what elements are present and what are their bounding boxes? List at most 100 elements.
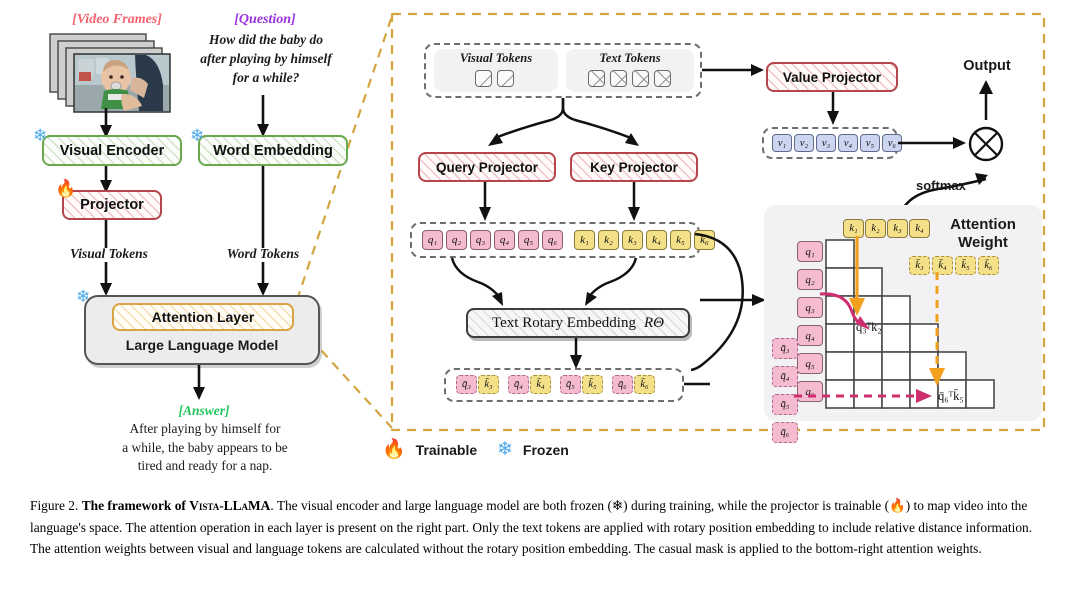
key-projector-box[interactable]: Key Projector: [570, 152, 698, 182]
answer-text: After playing by himself for a while, th…: [74, 420, 336, 476]
k-token-chip: k₂: [598, 230, 619, 250]
q-token-chip: q₄: [494, 230, 515, 250]
k-token-chip: k₁: [574, 230, 595, 250]
attention-row-query-chip: q₅: [797, 353, 823, 374]
attention-row-query-chip: q₁: [797, 241, 823, 262]
rotary-k-chip: k̄₅: [582, 375, 603, 394]
visual-encoder-label: Visual Encoder: [59, 142, 165, 159]
arrow-rotary-to-rotarytokens: [570, 338, 582, 369]
arrow-kbar5-into-grid: [929, 272, 945, 386]
key-projector-label: Key Projector: [590, 159, 678, 175]
branch-tokens-to-projectors: [488, 98, 639, 146]
text-rotary-embedding-box[interactable]: Text Rotary Embedding RΘ: [466, 308, 690, 338]
caption-title-smallcaps: Vista-LLaMA: [189, 498, 271, 513]
legend-frozen-label: Frozen: [522, 441, 569, 458]
q-token-chip: q₁: [422, 230, 443, 250]
answer-line-1: After playing by himself for: [129, 421, 281, 436]
v-token-chip: v₅: [860, 134, 880, 152]
k-token-chip: k₄: [646, 230, 667, 250]
attention-row-query-rotary-chip: q̄₄: [772, 366, 798, 387]
q-token-chip: q₂: [446, 230, 467, 250]
caption-figure-number: Figure 2.: [30, 498, 79, 513]
legend-trainable: 🔥 Trainable: [382, 440, 477, 459]
query-projector-box[interactable]: Query Projector: [418, 152, 556, 182]
attention-layer-box[interactable]: Attention Layer: [112, 303, 294, 331]
q-token-chip: q₅: [518, 230, 539, 250]
arrow-q3-into-grid: [819, 292, 870, 330]
arrow-qbar6-into-grid: [794, 389, 932, 403]
question-line-3: for a while?: [232, 70, 300, 86]
rotary-k-chip: k̄₆: [634, 375, 655, 394]
text-tokens-label-right: Text Tokens: [599, 51, 661, 65]
legend-trainable-label: Trainable: [415, 441, 478, 458]
arrow-tokens-to-valueprojector: [702, 64, 764, 76]
rotary-q-chip: q̄₅: [560, 375, 581, 394]
rotary-k-chip: k̄₄: [530, 375, 551, 394]
rotary-k-chip: k̄₃: [478, 375, 499, 394]
answer-line-3: tired and ready for a nap.: [137, 458, 273, 473]
rotary-embedding-label: Text Rotary Embedding: [492, 314, 636, 331]
arrow-question-to-wordembedding: [257, 95, 269, 137]
visual-token-square: [497, 70, 514, 87]
attention-row-query-rotary-chip: q̄₃: [772, 338, 798, 359]
value-projector-box[interactable]: Value Projector: [766, 62, 898, 92]
video-frames-label: [Video Frames]: [72, 12, 162, 27]
visual-token-square: [475, 70, 492, 87]
question-text: How did the baby do after playing by him…: [178, 30, 354, 87]
v-token-chip: v₃: [816, 134, 836, 152]
text-token-square: [610, 70, 627, 87]
v-token-chip: v₁: [772, 134, 792, 152]
projector-label: Projector: [80, 197, 144, 213]
question-line-1: How did the baby do: [209, 32, 323, 47]
word-embedding-box[interactable]: Word Embedding: [198, 135, 348, 166]
line-wordembedding-to-wordtokens: [261, 166, 265, 248]
snowflake-icon-llm: ❄: [76, 287, 91, 306]
word-embedding-label: Word Embedding: [213, 142, 333, 159]
legend-frozen: ❄ Frozen: [497, 440, 569, 459]
arrow-keyproj-to-k: [628, 182, 640, 221]
attention-row-query-rotary-chip: q̄₆: [772, 422, 798, 443]
attention-layer-label: Attention Layer: [151, 309, 255, 325]
attention-col-key-chip: k₄: [909, 219, 930, 238]
query-projector-label: Query Projector: [435, 159, 539, 175]
flame-icon-projector: 🔥: [55, 179, 77, 198]
figure-root: [Video Frames] Visual Encoder ❄ Projecto…: [0, 0, 1080, 592]
question-line-2: after playing by himself: [200, 51, 332, 67]
q-token-row: q₁ q₂ q₃ q₄ q₅ q₆: [422, 230, 566, 250]
snowflake-icon-visual-encoder: ❄: [33, 126, 48, 145]
caption-title-bold: The framework of: [81, 498, 190, 513]
snowflake-icon-word-embedding: ❄: [190, 126, 205, 145]
video-frame-stack: [48, 32, 178, 115]
arrow-to-output: [979, 80, 993, 120]
text-token-square: [654, 70, 671, 87]
v-token-row: v₁ v₂ v₃ v₄ v₅ v₆: [772, 134, 904, 152]
k-token-chip: k₅: [670, 230, 691, 250]
visual-tokens-label-left: Visual Tokens: [70, 246, 148, 261]
visual-tokens-label-right: Visual Tokens: [459, 51, 533, 65]
arrow-queryproj-to-q: [479, 182, 491, 221]
rotary-q-chip: q̄₃: [456, 375, 477, 394]
figure-caption: Figure 2. The framework of Vista-LLaMA. …: [30, 495, 1052, 560]
answer-label: [Answer]: [178, 403, 230, 418]
v-token-chip: v₄: [838, 134, 858, 152]
k-token-chip: k₃: [622, 230, 643, 250]
attention-title-line1: Attention: [950, 216, 1016, 233]
q-token-chip: q₆: [542, 230, 563, 250]
arrow-llm-to-answer: [193, 365, 205, 400]
flame-icon-legend: 🔥: [382, 439, 406, 460]
v-token-chip: v₂: [794, 134, 814, 152]
value-projector-label: Value Projector: [782, 69, 882, 85]
snowflake-icon-legend: ❄: [497, 439, 513, 460]
multiply-node: [968, 126, 1004, 162]
rotary-q-chip: q̄₆: [612, 375, 633, 394]
rotary-embedding-symbol: RΘ: [643, 314, 664, 331]
text-token-square: [588, 70, 605, 87]
rotary-q-chip: q̄₄: [508, 375, 529, 394]
q-token-chip: q₃: [470, 230, 491, 250]
text-token-square: [632, 70, 649, 87]
projector-box[interactable]: Projector: [62, 190, 162, 220]
answer-line-2: a while, the baby appears to be: [122, 439, 288, 455]
output-label: Output: [963, 58, 1011, 74]
visual-encoder-box[interactable]: Visual Encoder: [42, 135, 182, 166]
question-label: [Question]: [234, 12, 296, 27]
